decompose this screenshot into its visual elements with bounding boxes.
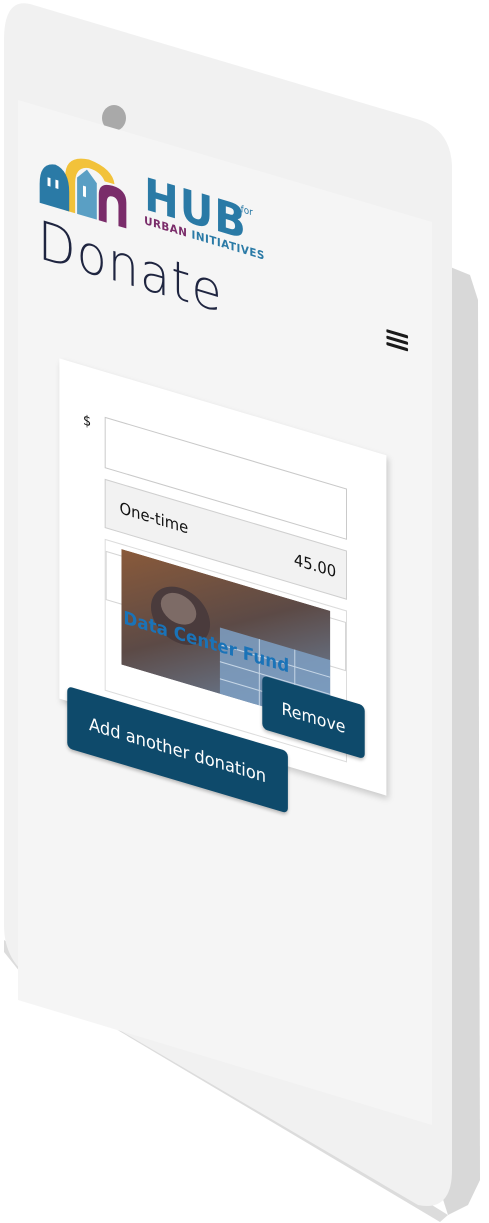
frequency-amount: 45.00 — [293, 549, 337, 582]
phone-mockup: HUB for URBAN INITIATIVES Donate $ One-t… — [0, 0, 489, 1223]
currency-symbol: $ — [83, 412, 92, 431]
screen: HUB for URBAN INITIATIVES Donate $ One-t… — [18, 100, 432, 1186]
frequency-label: One-time — [119, 498, 189, 538]
hamburger-menu-icon[interactable] — [386, 329, 409, 355]
